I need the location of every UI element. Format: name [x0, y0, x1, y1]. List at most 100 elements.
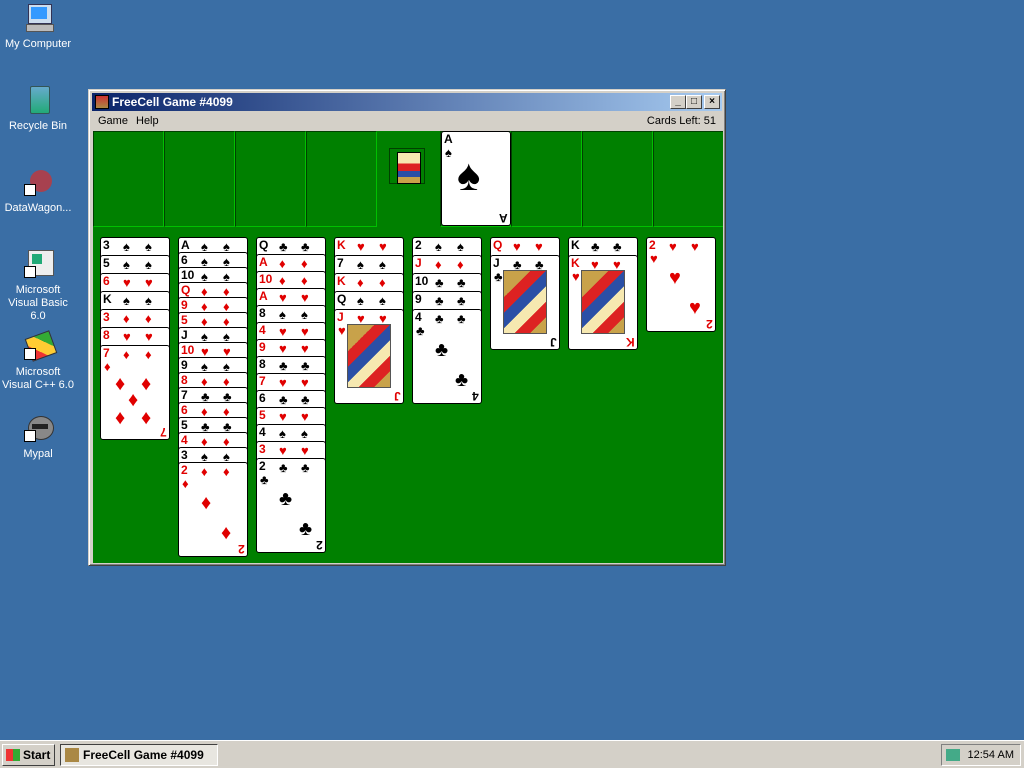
card-suit-icon: ♦	[435, 257, 442, 272]
card-suit-icon: ♥	[301, 375, 309, 390]
card-suit-icon: ♥	[279, 324, 287, 339]
raccoon-icon: ↗	[22, 412, 54, 444]
card-rank: 6	[103, 274, 110, 288]
desktop-icon-visual-cpp[interactable]: ↗ Microsoft Visual C++ 6.0	[0, 330, 76, 392]
free-cell[interactable]	[306, 131, 377, 227]
card-suit-icon: ♥	[669, 239, 677, 254]
card-rank: J	[493, 256, 500, 270]
card-suit-icon: ♦	[279, 256, 286, 271]
card-rank: 5	[181, 313, 188, 327]
card-rank: 8	[181, 373, 188, 387]
start-button[interactable]: Start	[2, 744, 55, 766]
foundation-cell[interactable]	[511, 131, 582, 227]
card-rank: Q	[259, 238, 269, 252]
card-suit-icon: ♦	[301, 256, 308, 271]
desktop-icon-recycle-bin[interactable]: Recycle Bin	[0, 84, 76, 133]
card-rank: Q	[337, 292, 347, 306]
tableau-card[interactable]: J ♥ ♥ ♥ J	[334, 309, 404, 404]
card-suit-icon: ♠	[279, 426, 286, 441]
card-pip: ♥	[669, 267, 681, 289]
card-suit-icon: ♦	[357, 275, 364, 290]
card-pip: ♦	[221, 522, 232, 544]
card-suit-icon: ♥	[650, 251, 658, 266]
free-cell[interactable]	[235, 131, 306, 227]
card-suit-icon: ♠	[357, 257, 364, 272]
tableau-card[interactable]: 2 ♣ ♣ ♣ ♣ ♣ 2	[256, 458, 326, 553]
card-suit-icon: ♠	[379, 257, 386, 272]
card-suit-icon: ♠	[301, 307, 308, 322]
card-suit: ♠	[445, 145, 452, 160]
card-rank: 8	[259, 357, 266, 371]
card-rank: 2	[649, 238, 656, 252]
card-pip: ♦	[141, 407, 152, 429]
card-suit-icon: ♥	[279, 375, 287, 390]
card-suit-icon: ♠	[123, 239, 130, 254]
foundation-card-ace-spades[interactable]: A ♠ ♠ A	[441, 131, 511, 226]
card-suit-icon: ♣	[435, 275, 444, 290]
free-cell[interactable]	[93, 131, 164, 227]
card-rank: 3	[103, 310, 110, 324]
card-rank: 7	[103, 346, 110, 360]
menu-help[interactable]: Help	[136, 112, 159, 130]
card-rank: 5	[259, 408, 266, 422]
desktop-icon-my-computer[interactable]: My Computer	[0, 2, 76, 51]
menu-game[interactable]: Game	[98, 112, 128, 130]
card-rank: 7	[259, 374, 266, 388]
card-suit-icon: ♥	[379, 239, 387, 254]
taskbar: Start FreeCell Game #4099 12:54 AM	[0, 740, 1024, 768]
card-rank: 6	[181, 403, 188, 417]
card-pip: ♦	[128, 389, 139, 411]
desktop-icon-label: DataWagon...	[4, 202, 72, 214]
window-title: FreeCell Game #4099	[112, 95, 233, 109]
maximize-button[interactable]: □	[686, 95, 702, 109]
card-suit-icon: ♥	[572, 269, 580, 284]
card-suit-icon: ♠	[457, 239, 464, 254]
foundation-cell[interactable]	[653, 131, 723, 227]
tableau-card[interactable]: K ♥ ♥ ♥ K	[568, 255, 638, 350]
title-bar[interactable]: FreeCell Game #4099 _ □ ×	[92, 93, 722, 111]
minimize-button[interactable]: _	[670, 95, 686, 109]
system-tray: 12:54 AM	[941, 744, 1021, 766]
close-button[interactable]: ×	[704, 95, 720, 109]
card-suit-icon: ♠	[145, 239, 152, 254]
card-suit-icon: ♠	[145, 293, 152, 308]
card-suit-icon: ♥	[279, 443, 287, 458]
card-rank: 5	[181, 418, 188, 432]
card-rank: 9	[415, 292, 422, 306]
card-rank: J	[337, 310, 344, 324]
card-rank: 4	[259, 323, 266, 337]
card-suit-icon: ♦	[145, 311, 152, 326]
card-suit-icon: ♥	[691, 239, 699, 254]
card-rank: K	[571, 238, 580, 252]
foundation-cell[interactable]	[582, 131, 653, 227]
spade-icon: ♠	[457, 151, 481, 200]
tableau-card[interactable]: 2 ♥ ♥ ♥ ♥ ♥ 2	[646, 237, 716, 332]
tableau-card[interactable]: J ♣ ♣ ♣ J	[490, 255, 560, 350]
card-rank: 6	[181, 253, 188, 267]
tableau-card[interactable]: 2 ♦ ♦ ♦ ♦ ♦ 2	[178, 462, 248, 557]
card-suit-icon: ♥	[513, 239, 521, 254]
card-suit-icon: ♦	[201, 464, 208, 479]
tableau-card[interactable]: 4 ♣ ♣ ♣ ♣ ♣ 4	[412, 309, 482, 404]
desktop-icon-mypal[interactable]: ↗ Mypal	[0, 412, 76, 461]
card-suit-icon: ♥	[123, 329, 131, 344]
card-rank: A	[259, 289, 268, 303]
card-suit-icon: ♥	[279, 409, 287, 424]
taskbar-button-freecell[interactable]: FreeCell Game #4099	[60, 744, 218, 766]
freecell-window[interactable]: FreeCell Game #4099 _ □ × Game Help Card…	[88, 89, 726, 566]
card-rank: A	[259, 255, 268, 269]
card-suit-icon: ♠	[357, 293, 364, 308]
network-icon[interactable]	[946, 749, 960, 761]
card-pip: ♣	[299, 518, 313, 540]
desktop-icon-datawagon[interactable]: ↗ DataWagon...	[0, 166, 76, 215]
card-suit-icon: ♥	[535, 239, 543, 254]
tableau-card[interactable]: 7 ♦ ♦ ♦ ♦ ♦ ♦ ♦ ♦ 7	[100, 345, 170, 440]
card-suit-icon: ♦	[301, 273, 308, 288]
desktop-icon-visual-basic[interactable]: ↗ Microsoft Visual Basic 6.0	[0, 248, 76, 323]
free-cell[interactable]	[164, 131, 235, 227]
menu-bar: Game Help Cards Left: 51	[92, 112, 722, 130]
card-rank: 2	[181, 463, 188, 477]
card-rank: 3	[181, 448, 188, 462]
card-suit-icon: ♦	[123, 311, 130, 326]
card-suit-icon: ♥	[338, 323, 346, 338]
